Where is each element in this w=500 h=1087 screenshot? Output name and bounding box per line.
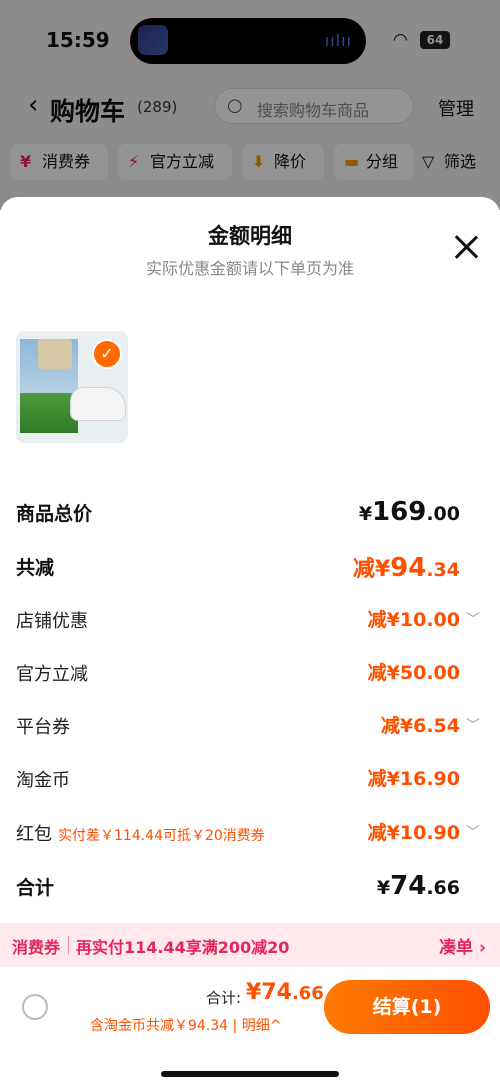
row-total-reduce: 共减 减¥94.34: [16, 547, 484, 583]
coupon-promo-bar[interactable]: 消费券 再实付114.44享满200减20 凑单 ›: [0, 923, 500, 967]
checkout-bar: 合计: ¥74.66 含淘金币共减￥94.34 | 明细^ 结算(1): [0, 967, 500, 1087]
red-packet-label: 红包: [16, 824, 52, 845]
thumb-shoe: [70, 387, 126, 421]
promo-text: 再实付114.44享满200减20: [76, 938, 290, 957]
value-dec: .00: [426, 503, 460, 525]
red-packet-note: 实付差￥114.44可抵￥20消费券: [58, 828, 265, 844]
selected-check-icon[interactable]: ✓: [92, 339, 122, 369]
value-dec: .66: [291, 983, 324, 1004]
value-dec: .66: [426, 877, 460, 899]
home-indicator: [161, 1071, 339, 1077]
row-value: 减¥94.34: [353, 551, 460, 583]
close-icon[interactable]: [452, 233, 480, 261]
row-taojin-coin: 淘金币 减¥16.90: [16, 760, 484, 796]
row-label: 商品总价: [16, 503, 93, 525]
value-dec: .34: [426, 559, 460, 581]
currency-symbol: ¥: [358, 503, 373, 525]
row-value: 减¥10.90: [367, 822, 460, 844]
promo-divider: [68, 936, 69, 954]
currency-symbol: ¥: [246, 980, 262, 1005]
sheet-title: 金额明细: [208, 224, 292, 248]
row-platform-coupon[interactable]: 平台券 减¥6.54 ﹀: [16, 707, 484, 743]
value-int: 74: [390, 871, 427, 901]
row-label: 红包 实付差￥114.44可抵￥20消费券: [16, 820, 265, 846]
row-official-reduce: 官方立减 减¥50.00: [16, 654, 484, 690]
chevron-down-icon[interactable]: ﹀: [466, 715, 480, 735]
row-value: 减¥6.54: [380, 715, 460, 737]
row-shop-discount[interactable]: 店铺优惠 减¥10.00 ﹀: [16, 601, 484, 637]
total-value: ¥74.66: [246, 980, 324, 1005]
row-value: 减¥16.90: [367, 768, 460, 790]
promo-tag: 消费券: [12, 938, 61, 957]
row-goods-total: 商品总价 ¥169.00: [16, 493, 484, 529]
total-detail-link[interactable]: 含淘金币共减￥94.34 | 明细^: [90, 1015, 281, 1035]
row-value: 减¥50.00: [367, 662, 460, 684]
row-label: 合计: [16, 877, 55, 899]
value-int: 94: [390, 553, 427, 583]
add-on-link[interactable]: 凑单 ›: [439, 933, 486, 958]
value-int: 74: [261, 980, 292, 1005]
value-prefix: 减¥: [352, 557, 391, 582]
row-label: 店铺优惠: [16, 611, 88, 632]
row-label: 淘金币: [16, 770, 70, 791]
select-all-radio[interactable]: [22, 994, 48, 1020]
row-sum: 合计 ¥74.66: [16, 867, 484, 903]
currency-symbol: ¥: [376, 877, 391, 899]
checkout-button[interactable]: 结算(1): [324, 980, 490, 1034]
total-label: 合计:: [206, 989, 242, 1007]
modal-backdrop[interactable]: [0, 0, 500, 210]
chevron-down-icon[interactable]: ﹀: [466, 609, 480, 629]
sheet-subtitle: 实际优惠金额请以下单页为准: [145, 259, 354, 278]
row-label: 平台券: [16, 717, 70, 738]
thumb-shorts: [38, 339, 72, 369]
row-label: 官方立减: [16, 664, 88, 685]
value-int: 169: [372, 497, 427, 527]
row-value: ¥169.00: [359, 497, 460, 527]
row-red-packet[interactable]: 红包 实付差￥114.44可抵￥20消费券 减¥10.90 ﹀: [16, 814, 484, 850]
chevron-down-icon[interactable]: ﹀: [466, 822, 480, 842]
row-value: 减¥10.00: [367, 609, 460, 631]
row-label: 共减: [16, 557, 55, 579]
row-value: ¥74.66: [377, 871, 460, 901]
